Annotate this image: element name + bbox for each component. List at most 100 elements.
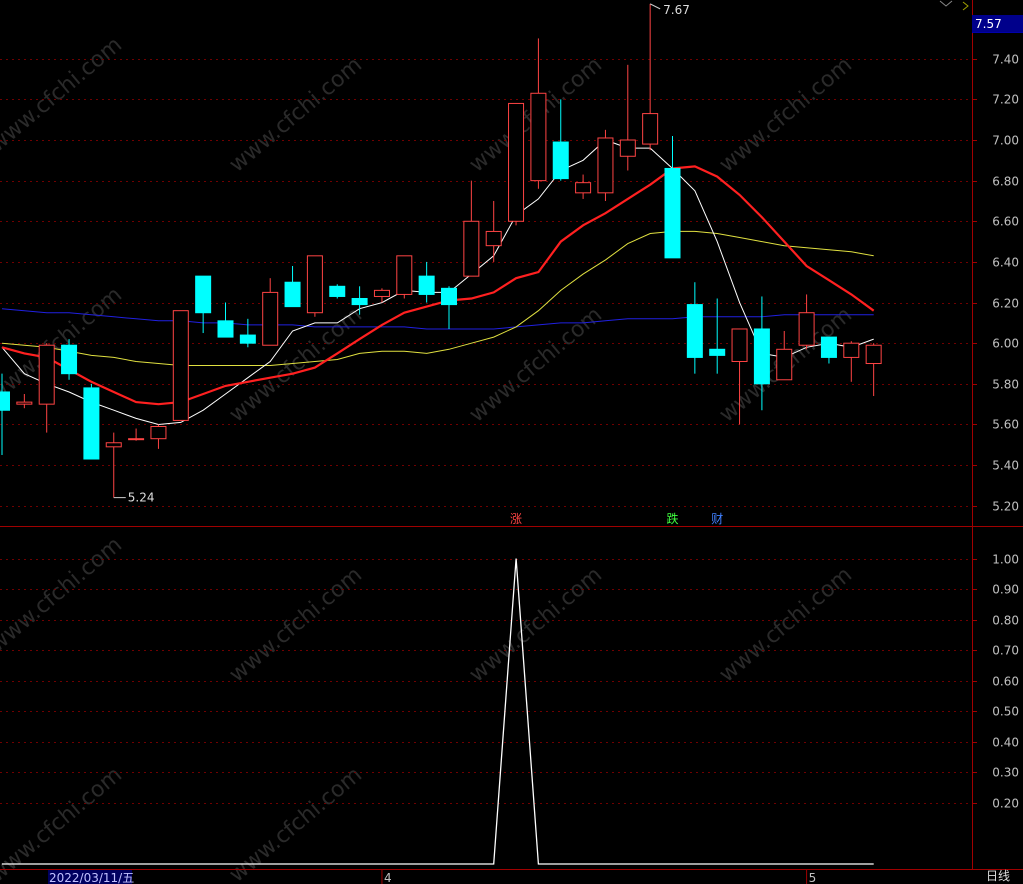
kline-chart[interactable]: www.cfchi.com www.cfchi.com www.cfchi.com w… xyxy=(0,0,1023,884)
candle xyxy=(217,302,234,338)
candle-body-up xyxy=(150,426,167,440)
indicator-tick-label: 0.90 xyxy=(992,583,1019,597)
candle xyxy=(619,64,636,171)
candle xyxy=(418,261,435,303)
candle-body-down xyxy=(195,275,212,314)
price-tick-label: 7.00 xyxy=(992,134,1019,148)
candle-body-up xyxy=(396,255,413,295)
candle-body-up xyxy=(597,137,614,194)
price-tick-label: 6.20 xyxy=(992,297,1019,311)
watermark-text: www.cfchi.com xyxy=(225,562,367,687)
signal-label: 财 xyxy=(711,512,723,526)
candle-body-down xyxy=(61,344,78,375)
watermark-text: www.cfchi.com xyxy=(225,762,367,884)
candle-body-down xyxy=(351,297,368,306)
candle xyxy=(284,265,301,308)
current-price-label: 7.57 xyxy=(975,17,1002,31)
candle xyxy=(38,343,55,433)
candle xyxy=(485,200,502,262)
candle xyxy=(597,129,614,201)
candle xyxy=(172,310,189,421)
indicator-tick-label: 0.50 xyxy=(992,705,1019,719)
signal-label: 跌 xyxy=(666,511,678,526)
candle-body-down xyxy=(664,167,681,259)
watermark-text: www.cfchi.com xyxy=(715,52,857,177)
candle-body-up xyxy=(798,312,815,346)
candle-body-down xyxy=(709,348,726,356)
candle xyxy=(820,336,837,364)
candle-body-down xyxy=(284,281,301,308)
candle xyxy=(530,38,547,189)
candle-body-up xyxy=(642,113,659,145)
candle xyxy=(463,180,480,277)
candle-body-down xyxy=(239,334,256,344)
candle xyxy=(709,298,726,374)
candle-body-down xyxy=(0,391,10,411)
candle xyxy=(61,339,78,380)
price-tick-label: 7.40 xyxy=(992,53,1019,67)
month-label: 4 xyxy=(384,871,392,884)
candle xyxy=(239,318,256,348)
price-axis: 7.40 7.20 7.00 6.80 6.60 6.40 6.20 6.00 5.80 5.60… xyxy=(972,53,1019,514)
candle xyxy=(441,286,457,329)
candle-body-up xyxy=(128,438,145,441)
candle xyxy=(843,341,860,382)
price-tick-label: 6.00 xyxy=(992,337,1019,351)
price-grid xyxy=(0,59,972,507)
candle xyxy=(262,278,279,346)
candle-body-down xyxy=(552,141,569,180)
candle-body-up xyxy=(530,92,547,182)
signal-label: 涨 xyxy=(510,511,522,526)
candle xyxy=(664,135,681,259)
candle xyxy=(865,343,882,397)
candle xyxy=(373,288,390,303)
candle-body-down xyxy=(83,387,100,460)
candle-body-up xyxy=(105,442,122,448)
indicator-tick-label: 0.40 xyxy=(992,736,1019,750)
watermark-layer: www.cfchi.com www.cfchi.com www.cfchi.com w… xyxy=(0,32,857,884)
candle-body-up xyxy=(262,291,279,346)
watermark-text: www.cfchi.com xyxy=(225,52,367,177)
watermark-text: www.cfchi.com xyxy=(465,562,607,687)
high-marker-label: 7.67 xyxy=(663,3,690,17)
low-marker: 5.24 xyxy=(113,491,155,505)
candle-body-up xyxy=(463,220,480,277)
price-tick-label: 6.40 xyxy=(992,256,1019,270)
price-tick-label: 5.20 xyxy=(992,500,1019,514)
candle-body-up xyxy=(373,289,390,297)
candle xyxy=(329,284,346,299)
candle xyxy=(776,331,793,381)
candlesticks[interactable] xyxy=(0,3,882,498)
candle-body-down xyxy=(329,285,346,297)
date-label: 2022/03/11/五 xyxy=(49,871,134,884)
candle xyxy=(306,255,323,317)
ma-line-ma10 xyxy=(1,165,875,406)
collapse-arrow-icon[interactable] xyxy=(939,0,953,7)
high-marker: 7.67 xyxy=(649,3,690,17)
candle xyxy=(128,428,145,441)
watermark-text: www.cfchi.com xyxy=(0,532,127,657)
watermark-text: www.cfchi.com xyxy=(465,302,607,427)
candle-body-down xyxy=(418,275,435,295)
indicator-tick-label: 0.30 xyxy=(992,766,1019,780)
candle xyxy=(508,102,525,226)
watermark-text: www.cfchi.com xyxy=(0,32,127,157)
signal-markers: 涨跌财 xyxy=(510,511,723,526)
period-mode-button[interactable]: 日线 xyxy=(973,868,1023,884)
candle-body-up xyxy=(865,344,882,365)
right-scroll-icon[interactable] xyxy=(962,1,969,11)
month-labels: 45 xyxy=(381,870,816,884)
candle-body-down xyxy=(686,304,703,358)
candle xyxy=(195,275,212,334)
candle xyxy=(16,393,33,409)
candle xyxy=(575,174,592,199)
ma-line-ma5 xyxy=(1,139,874,426)
price-tick-label: 6.80 xyxy=(992,175,1019,189)
candle-body-up xyxy=(485,230,502,247)
price-tick-label: 5.60 xyxy=(992,418,1019,432)
low-marker-label: 5.24 xyxy=(128,491,155,505)
candle-body-up xyxy=(16,401,33,405)
price-tick-label: 6.60 xyxy=(992,215,1019,229)
ma-line-ma60 xyxy=(1,308,874,330)
candle xyxy=(642,3,659,151)
